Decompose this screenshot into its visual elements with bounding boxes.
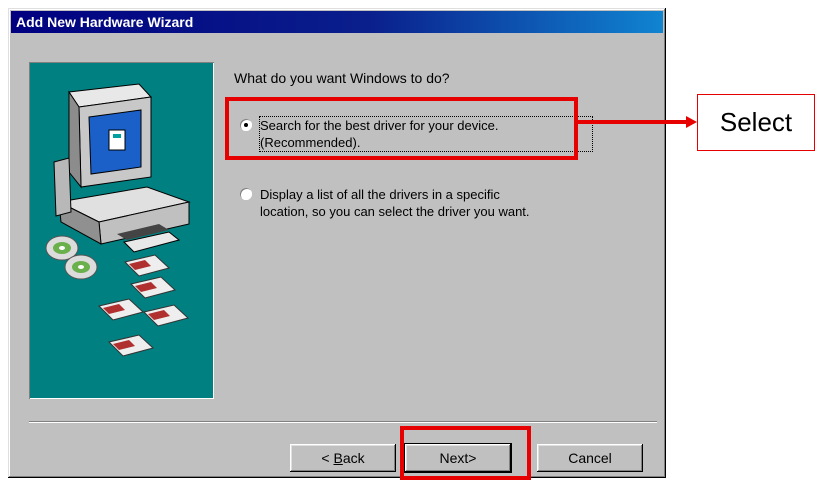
wizard-prompt: What do you want Windows to do? [234,70,450,86]
back-prefix: < [321,450,334,466]
illustration-art [45,83,191,357]
computer-icon [53,83,191,253]
window-title: Add New Hardware Wizard [11,11,663,33]
wizard-illustration [29,62,214,399]
highlight-option-search [225,97,578,160]
callout-arrow-icon [686,116,697,128]
callout-select: Select [697,94,815,151]
option-display-list-label[interactable]: Display a list of all the drivers in a s… [260,186,640,220]
back-button[interactable]: < Back [290,444,396,472]
floppy-disks-icon [98,254,190,357]
cancel-button[interactable]: Cancel [537,444,643,472]
radio-display-driver-list[interactable] [240,188,252,200]
option-display-list-line1: Display a list of all the drivers in a s… [260,187,500,202]
option-display-list-line2: location, so you can select the driver y… [260,204,530,219]
wizard-window: Add New Hardware Wizard What do you want… [8,8,666,478]
callout-leader-line [578,120,688,124]
cd-rom-discs-icon [45,235,98,280]
highlight-next-button [400,426,531,480]
back-mnemonic: B [333,450,343,466]
divider [29,421,657,423]
back-rest: ack [342,450,365,466]
